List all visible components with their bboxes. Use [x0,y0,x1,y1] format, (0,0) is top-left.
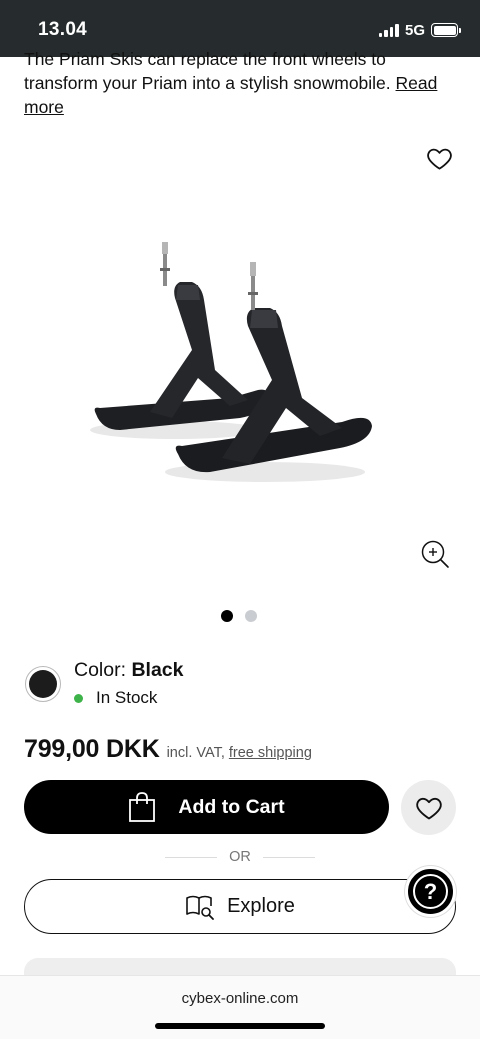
carousel-dot-2[interactable] [245,610,257,622]
battery-icon [431,23,461,37]
browser-url-bar[interactable]: cybex-online.com [0,975,480,1039]
product-description: The Priam Skis can replace the front whe… [24,50,456,119]
stock-status: In Stock [74,688,157,708]
book-search-icon [186,895,214,920]
status-bar: 13.04 5G [0,0,480,57]
carousel-dot-1[interactable] [221,610,233,622]
status-time: 13.04 [38,19,88,40]
product-image[interactable] [80,230,390,490]
add-to-cart-button[interactable]: Add to Cart [24,780,389,834]
heart-icon [415,797,442,819]
status-indicators: 5G [378,21,461,39]
shopping-bag-icon [129,792,156,822]
swatch-fill [29,670,57,698]
stock-text: In Stock [96,688,158,707]
description-line-1: The Priam Skis can replace the front whe… [24,50,386,69]
color-value: Black [131,659,184,681]
or-divider: OR [165,849,315,865]
price: 799,00 DKK [24,735,160,763]
description-line-2: transform your Priam into a stylish snow… [24,73,391,93]
add-to-wishlist-button[interactable] [401,780,456,835]
url-text[interactable]: cybex-online.com [0,990,480,1007]
carousel-dots [221,610,257,622]
home-indicator [155,1023,325,1029]
color-swatch-black[interactable] [25,666,61,702]
question-mark-icon: ? [413,874,448,909]
price-row: 799,00 DKK incl. VAT, free shipping [24,735,312,764]
explore-label: Explore [227,895,295,917]
add-to-cart-label: Add to Cart [178,795,285,818]
heart-icon[interactable] [426,145,453,172]
price-note: incl. VAT, free shipping [166,745,312,761]
network-type: 5G [404,21,425,39]
in-stock-dot-icon [74,693,83,703]
free-shipping-link[interactable]: free shipping [229,745,312,761]
zoom-in-icon[interactable] [419,538,451,570]
explore-button[interactable]: Explore [24,879,456,934]
or-label: OR [229,849,251,865]
signal-icon [378,23,399,37]
color-label: Color: Black [74,659,184,681]
help-button[interactable]: ? [405,866,456,917]
